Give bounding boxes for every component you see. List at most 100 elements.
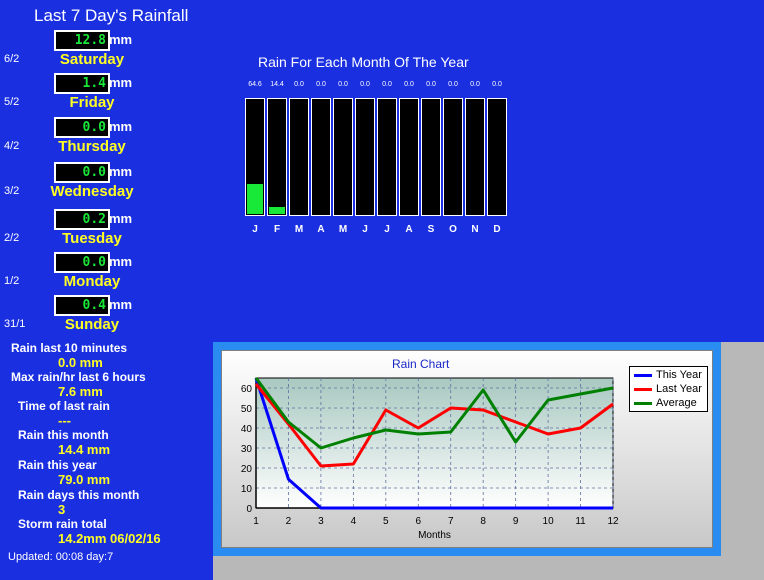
monthly-bars-title: Rain For Each Month Of The Year [258, 54, 469, 70]
month-label: F [273, 224, 281, 235]
legend-label: Average [656, 397, 697, 409]
bar-frame [289, 98, 309, 216]
stat-value: 7.6 mm [58, 384, 103, 399]
month-label: A [405, 224, 413, 235]
day-name: Friday [69, 94, 115, 111]
x-tick-label: 5 [383, 516, 389, 527]
stat-label: Max rain/hr last 6 hours [11, 370, 146, 384]
stat-label: Storm rain total [18, 517, 107, 531]
bar-value-label: 0.0 [360, 81, 370, 88]
month-label: D [493, 224, 501, 235]
bar-fill [269, 207, 285, 214]
day-value-box: 0.0 [54, 252, 110, 273]
day-unit: mm [109, 297, 133, 312]
chart-legend: This Year Last Year Average [629, 366, 708, 412]
x-tick-label: 7 [448, 516, 454, 527]
x-tick-label: 4 [351, 516, 357, 527]
legend-label: Last Year [656, 383, 702, 395]
bar-value-label: 0.0 [448, 81, 458, 88]
bar-value-label: 0.0 [316, 81, 326, 88]
x-tick-label: 12 [607, 516, 619, 527]
day-value-box: 1.4 [54, 73, 110, 94]
stat-value: 3 [58, 502, 66, 517]
bar-value-label: 0.0 [470, 81, 480, 88]
y-tick-label: 40 [241, 424, 253, 435]
day-unit: mm [109, 75, 133, 90]
stat-label: Time of last rain [18, 399, 110, 413]
stat-label: Rain last 10 minutes [11, 341, 128, 355]
day-name: Wednesday [50, 183, 134, 200]
day-value-box: 0.2 [54, 209, 110, 230]
y-tick-label: 50 [241, 404, 253, 415]
y-tick-label: 0 [246, 504, 252, 515]
month-label: A [317, 224, 325, 235]
legend-swatch [634, 373, 652, 377]
bar-value-label: 64.6 [248, 81, 262, 88]
page-title: Last 7 Day's Rainfall [34, 6, 189, 25]
day-value-box: 0.0 [54, 117, 110, 138]
bar-frame [245, 98, 265, 216]
y-tick-label: 60 [241, 384, 253, 395]
day-date: 5/2 [4, 96, 20, 108]
month-label: M [338, 224, 348, 235]
legend-item-this-year: This Year [634, 369, 702, 381]
day-unit: mm [109, 211, 133, 226]
x-tick-label: 8 [480, 516, 486, 527]
day-unit: mm [109, 32, 133, 47]
day-value-box: 0.4 [54, 295, 110, 316]
bar-value-label: 0.0 [426, 81, 436, 88]
updated-text: Updated: 00:08 day:7 [8, 551, 114, 563]
month-label: J [362, 224, 368, 235]
day-date: 1/2 [4, 275, 20, 287]
y-tick-label: 30 [241, 444, 253, 455]
month-label: M [294, 224, 304, 235]
day-name: Sunday [64, 316, 120, 333]
bar-value-label: 0.0 [338, 81, 348, 88]
x-tick-label: 6 [415, 516, 421, 527]
bar-value-label: 0.0 [404, 81, 414, 88]
bar-fill [247, 184, 263, 214]
x-tick-label: 3 [318, 516, 324, 527]
legend-item-last-year: Last Year [634, 383, 702, 395]
y-tick-label: 20 [241, 464, 253, 475]
day-date: 6/2 [4, 53, 20, 65]
bar-frame [399, 98, 419, 216]
day-date: 2/2 [4, 232, 20, 244]
month-label: O [449, 224, 457, 235]
bar-value-label: 14.4 [270, 81, 284, 88]
stat-label: Rain days this month [18, 488, 140, 502]
x-tick-label: 10 [543, 516, 555, 527]
y-tick-label: 10 [241, 484, 253, 495]
bar-frame [333, 98, 353, 216]
x-tick-label: 9 [513, 516, 519, 527]
stat-value: 14.4 mm [58, 442, 111, 457]
stat-value: --- [58, 413, 71, 428]
month-label: J [252, 224, 258, 235]
day-value-box: 12.8 [54, 30, 110, 51]
day-name: Thursday [58, 138, 126, 155]
bar-frame [421, 98, 441, 216]
day-date: 3/2 [4, 185, 20, 197]
x-tick-label: 2 [286, 516, 292, 527]
day-name: Saturday [59, 51, 125, 68]
month-label: S [427, 224, 435, 235]
bar-value-label: 0.0 [492, 81, 502, 88]
bar-frame [377, 98, 397, 216]
x-axis-label: Months [418, 530, 451, 541]
bar-frame [355, 98, 375, 216]
legend-swatch [634, 387, 652, 391]
stat-label: Rain this year [18, 458, 97, 472]
month-label: J [384, 224, 390, 235]
stat-value: 79.0 mm [58, 472, 111, 487]
legend-item-average: Average [634, 397, 697, 409]
day-name: Monday [63, 273, 121, 290]
bar-value-label: 0.0 [294, 81, 304, 88]
day-unit: mm [109, 164, 133, 179]
bar-frame [267, 98, 287, 216]
bar-frame [443, 98, 463, 216]
bar-frame [465, 98, 485, 216]
day-value-box: 0.0 [54, 162, 110, 183]
x-tick-label: 11 [575, 516, 586, 527]
day-name: Tuesday [62, 230, 122, 247]
month-label: N [471, 224, 479, 235]
